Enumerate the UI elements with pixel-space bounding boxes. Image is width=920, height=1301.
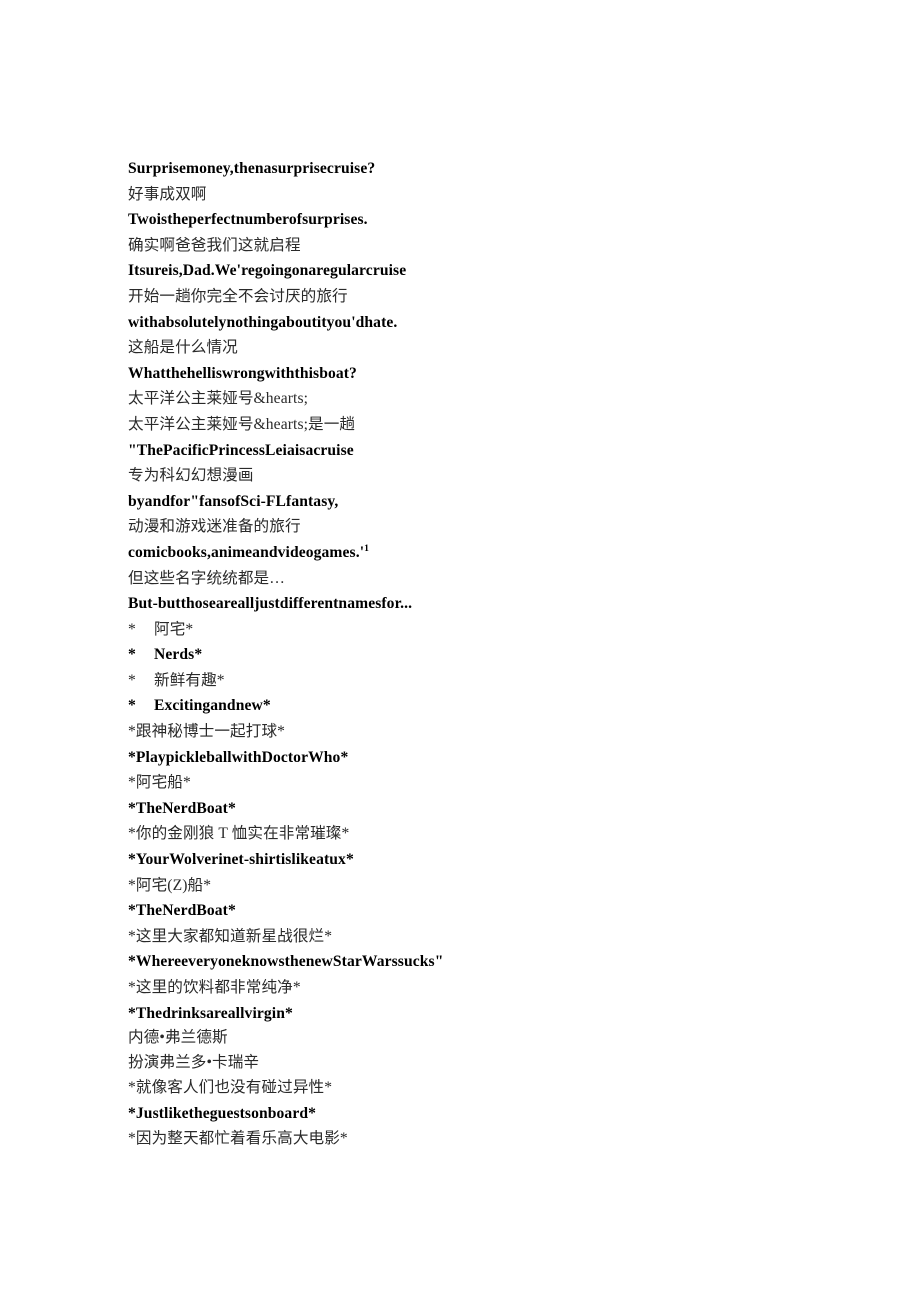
text-line: withabsolutelynothingaboutityou'dhate. bbox=[128, 313, 398, 331]
text-line: *TheNerdBoat* bbox=[128, 799, 236, 817]
text-line: Itsureis,Dad.We'regoingonaregularcruise bbox=[128, 262, 407, 280]
text-line: 开始一趟你完全不会讨厌的旅行 bbox=[128, 287, 348, 305]
text-line: byandfor"fansofSci-FLfantasy, bbox=[128, 492, 339, 510]
bullet-marker: * bbox=[128, 620, 136, 638]
text-line: * Excitingandnew* bbox=[128, 693, 828, 719]
text-line: *Thedrinksareallvirgin* bbox=[128, 1004, 293, 1022]
document-page: Surprisemoney,thenasurprisecruise? 好事成双啊 T… bbox=[0, 0, 920, 1301]
text-line: *YourWolverinet-shirtislikeatux* bbox=[128, 851, 354, 869]
bullet-text: Excitingandnew* bbox=[154, 697, 271, 715]
text-line: Surprisemoney,thenasurprisecruise? bbox=[128, 160, 376, 177]
document-text-body: Surprisemoney,thenasurprisecruise? 好事成双啊 T… bbox=[128, 156, 828, 1152]
text-line: 动漫和游戏迷准备的旅行 bbox=[128, 518, 301, 536]
text-line: *这里大家都知道新星战很烂* bbox=[128, 927, 333, 945]
text-line: But-butthosearealljustdifferentnamesfor.… bbox=[128, 595, 413, 613]
text-line: *你的金刚狼 T 恤实在非常璀璨* bbox=[128, 825, 350, 843]
text-line: 确实啊爸爸我们这就启程 bbox=[128, 236, 301, 254]
text-line: * Nerds* bbox=[128, 642, 828, 668]
text-line: *阿宅(Z)船* bbox=[128, 876, 212, 894]
text-line: *这里的饮料都非常纯净* bbox=[128, 979, 301, 996]
bullet-text: 阿宅* bbox=[154, 620, 194, 638]
bullet-marker: * bbox=[128, 671, 136, 689]
text-line: *就像客人们也没有碰过异性* bbox=[128, 1079, 333, 1096]
bullet-marker: * bbox=[128, 697, 136, 715]
text-line: *PlaypickleballwithDoctorWho* bbox=[128, 748, 349, 766]
line-text: comicbooks,animeandvideogames.' bbox=[128, 543, 365, 561]
bullet-text: 新鲜有趣* bbox=[154, 671, 225, 689]
text-line: Whatthehelliswrongwiththisboat? bbox=[128, 364, 357, 382]
text-line: *因为整天都忙着看乐高大电影* bbox=[128, 1130, 348, 1148]
text-line: 内德•弗兰德斯 bbox=[128, 1029, 228, 1047]
text-line: *阿宅船* bbox=[128, 774, 191, 792]
text-line: *跟神秘博士一起打球* bbox=[128, 723, 286, 741]
text-line: *Justliketheguestsonboard* bbox=[128, 1104, 317, 1122]
text-line: comicbooks,animeandvideogames.'1 bbox=[128, 540, 828, 566]
text-line: * 阿宅* bbox=[128, 617, 828, 643]
text-line: 但这些名字统统都是… bbox=[128, 569, 285, 587]
text-line: "ThePacificPrincessLeiaisacruise bbox=[128, 441, 354, 459]
bullet-marker: * bbox=[128, 646, 136, 664]
footnote-marker: 1 bbox=[364, 542, 370, 554]
text-line: 专为科幻幻想漫画 bbox=[128, 467, 254, 485]
text-line: 扮演弗兰多•卡瑞辛 bbox=[128, 1053, 260, 1071]
text-line: 好事成双啊 bbox=[128, 185, 207, 203]
text-line: *TheNerdBoat* bbox=[128, 902, 236, 920]
text-line: *WhereeveryoneknowsthenewStarWarssucks" bbox=[128, 953, 444, 971]
text-line: 这船是什么情况 bbox=[128, 339, 238, 357]
bullet-text: Nerds* bbox=[154, 646, 203, 664]
text-line: Twoistheperfectnumberofsurprises. bbox=[128, 211, 368, 229]
text-line: * 新鲜有趣* bbox=[128, 668, 828, 694]
text-line: 太平洋公主莱娅号&hearts; bbox=[128, 390, 309, 408]
text-line: 太平洋公主莱娅号&hearts;是一趟 bbox=[128, 415, 356, 433]
